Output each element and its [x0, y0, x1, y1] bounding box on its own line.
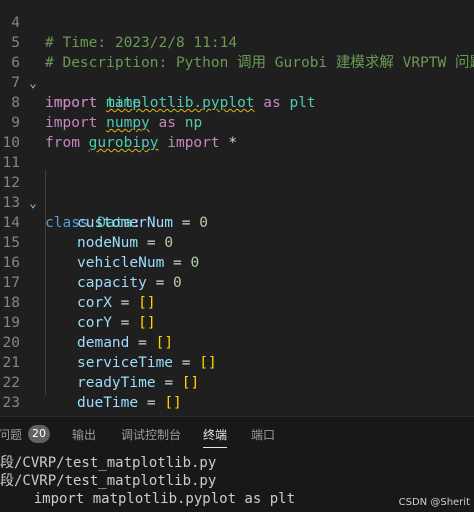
code-line[interactable]: 15 vehicleNum = 0 [0, 213, 474, 271]
code-line[interactable]: 18 corY = [] [0, 273, 474, 331]
code-line[interactable]: 23 distanceMatrix = [[]] [0, 373, 474, 416]
code-line[interactable]: 4 # Time: 2023/2/8 11:14 [0, 0, 474, 51]
tab-output[interactable]: 输出 [72, 426, 96, 444]
code-line[interactable]: 19 demand = [] [0, 293, 474, 351]
problems-count-badge: 20 [28, 425, 50, 443]
tab-terminal[interactable]: 终端 [203, 426, 228, 448]
tab-ports[interactable]: 端口 [251, 426, 275, 444]
code-line[interactable]: 24 [0, 393, 474, 416]
code-line[interactable]: 6 ⌄ import time [0, 33, 474, 111]
code-line[interactable]: 5 # Description: Python 调用 Gurobi 建模求解 V… [0, 13, 474, 71]
terminal-line: 段/CVRP/test_matplotlib.py [0, 473, 217, 489]
bottom-panel: 问题 20 输出 调试控制台 终端 端口 段/CVRP/test_matplot… [0, 416, 474, 512]
code-line[interactable]: 7 import matplotlib.pyplot as plt [0, 53, 474, 111]
code-line[interactable]: 13 customerNum = 0 [0, 173, 474, 231]
tab-problems[interactable]: 问题 [0, 426, 22, 444]
code-line[interactable]: 9 from gurobipy import * [0, 93, 474, 151]
code-line[interactable]: 21 readyTime = [] [0, 333, 474, 391]
code-line[interactable]: 14 nodeNum = 0 [0, 193, 474, 251]
watermark: CSDN @Sherit [398, 497, 470, 508]
terminal-line: 段/CVRP/test_matplotlib.py [0, 455, 217, 471]
tab-debug-console[interactable]: 调试控制台 [121, 426, 181, 444]
code-line[interactable]: 10 [0, 113, 474, 151]
panel-tabs: 问题 20 输出 调试控制台 终端 端口 [0, 417, 474, 451]
code-line[interactable]: 8 import numpy as np [0, 73, 474, 131]
code-line[interactable]: 17 corX = [] [0, 253, 474, 311]
code-line[interactable]: 20 serviceTime = [] [0, 313, 474, 371]
code-line[interactable]: 16 capacity = 0 [0, 233, 474, 291]
code-line[interactable]: 22 dueTime = [] [0, 353, 474, 411]
terminal-line: import matplotlib.pyplot as plt [0, 491, 296, 507]
code-editor[interactable]: 4 # Time: 2023/2/8 11:14 5 # Description… [0, 0, 474, 416]
code-line[interactable]: 12 ⌄ class Data: [0, 153, 474, 231]
code-line[interactable]: 11 [0, 133, 474, 171]
